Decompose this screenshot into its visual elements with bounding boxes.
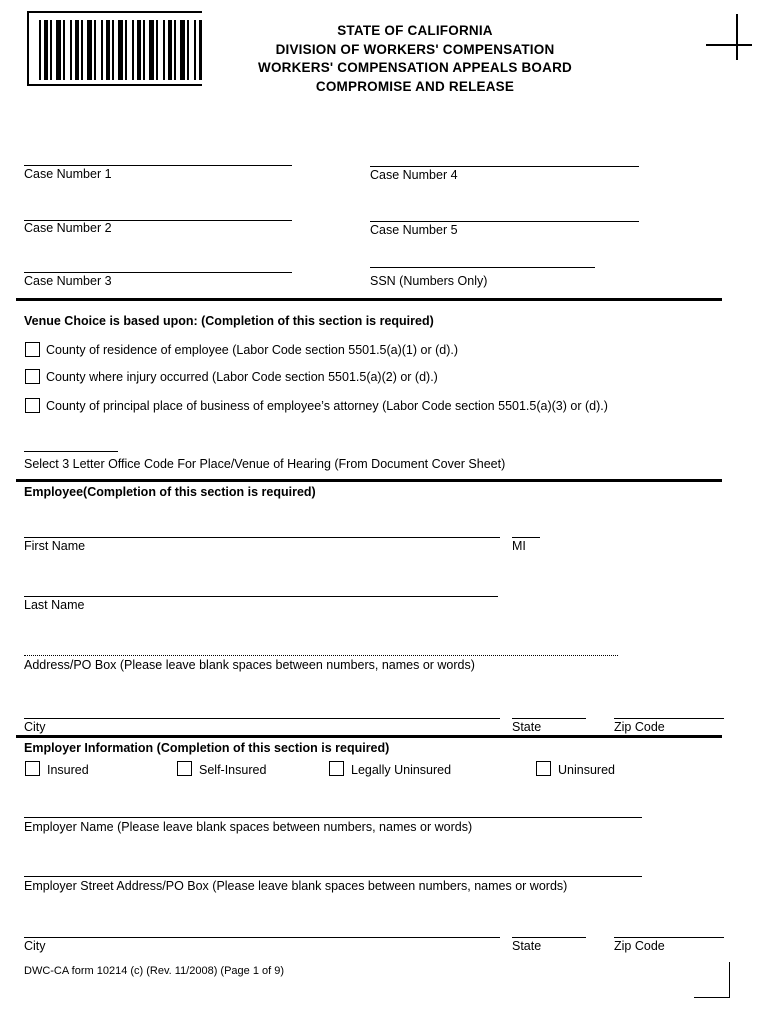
employer-heading: Employer Information (Completion of this… (24, 741, 390, 755)
employer-checkbox-legally-uninsured[interactable] (329, 761, 344, 776)
case-number-5-label: Case Number 5 (370, 223, 458, 237)
first-name-input[interactable] (24, 537, 500, 538)
registration-mark-vertical (736, 14, 738, 60)
venue-option-attorney-label: County of principal place of business of… (46, 399, 608, 413)
title-line-1: STATE OF CALIFORNIA (337, 23, 493, 38)
venue-option-injury-label: County where injury occurred (Labor Code… (46, 370, 438, 384)
title-line-3: WORKERS' COMPENSATION APPEALS BOARD (258, 60, 572, 75)
section-divider-employee (16, 479, 722, 482)
first-name-label: First Name (24, 539, 86, 553)
office-code-label: Select 3 Letter Office Code For Place/Ve… (24, 457, 506, 471)
address-label: Address/PO Box (Please leave blank space… (24, 658, 475, 672)
venue-option-residence-label: County of residence of employee (Labor C… (46, 343, 459, 357)
employee-zip-label: Zip Code (614, 720, 665, 734)
last-name-input[interactable] (24, 596, 498, 597)
venue-heading: Venue Choice is based upon: (Completion … (24, 314, 434, 328)
case-number-4-input[interactable] (370, 166, 639, 167)
employee-city-input[interactable] (24, 718, 500, 719)
page-title: STATE OF CALIFORNIA DIVISION OF WORKERS'… (205, 22, 625, 96)
employer-option-self-insured-label: Self-Insured (199, 763, 267, 777)
employer-option-insured-label: Insured (47, 763, 89, 777)
venue-checkbox-residence[interactable] (25, 342, 40, 357)
case-number-3-input[interactable] (24, 272, 292, 273)
form-footer: DWC-CA form 10214 (c) (Rev. 11/2008) (Pa… (24, 965, 285, 977)
employer-option-legally-uninsured-label: Legally Uninsured (351, 763, 452, 777)
case-number-1-label: Case Number 1 (24, 167, 112, 181)
employer-checkbox-self-insured[interactable] (177, 761, 192, 776)
employer-city-label: City (24, 939, 46, 953)
employer-street-label: Employer Street Address/PO Box (Please l… (24, 879, 568, 893)
mi-label: MI (512, 539, 526, 553)
last-name-label: Last Name (24, 598, 85, 612)
employee-zip-input[interactable] (614, 718, 724, 719)
office-code-input[interactable] (24, 451, 118, 452)
employer-checkbox-insured[interactable] (25, 761, 40, 776)
employer-street-input[interactable] (24, 876, 642, 877)
employer-zip-label: Zip Code (614, 939, 665, 953)
case-number-3-label: Case Number 3 (24, 274, 112, 288)
employee-state-input[interactable] (512, 718, 586, 719)
venue-checkbox-injury[interactable] (25, 369, 40, 384)
employer-option-uninsured-label: Uninsured (558, 763, 615, 777)
case-number-5-input[interactable] (370, 221, 639, 222)
registration-mark-horizontal (706, 44, 752, 46)
employee-state-label: State (512, 720, 542, 734)
case-number-4-label: Case Number 4 (370, 168, 458, 182)
section-divider-venue (16, 298, 722, 301)
case-number-2-label: Case Number 2 (24, 221, 112, 235)
employer-state-label: State (512, 939, 542, 953)
barcode-bars (39, 20, 202, 80)
form-page: STATE OF CALIFORNIA DIVISION OF WORKERS'… (0, 0, 770, 1024)
employee-heading: Employee(Completion of this section is r… (24, 485, 316, 499)
employer-zip-input[interactable] (614, 937, 724, 938)
barcode (27, 11, 202, 86)
section-divider-employer (16, 735, 722, 738)
employer-name-input[interactable] (24, 817, 642, 818)
employer-checkbox-uninsured[interactable] (536, 761, 551, 776)
employer-state-input[interactable] (512, 937, 586, 938)
ssn-input[interactable] (370, 267, 595, 268)
employer-city-input[interactable] (24, 937, 500, 938)
employer-name-label: Employer Name (Please leave blank spaces… (24, 820, 473, 834)
title-line-4: COMPROMISE AND RELEASE (315, 78, 515, 94)
mi-input[interactable] (512, 537, 540, 538)
title-line-2: DIVISION OF WORKERS' COMPENSATION (275, 41, 555, 57)
address-input[interactable] (24, 655, 618, 656)
registration-mark-icon (706, 14, 752, 60)
case-number-1-input[interactable] (24, 165, 292, 166)
employee-city-label: City (24, 720, 46, 734)
venue-checkbox-attorney[interactable] (25, 398, 40, 413)
ssn-label: SSN (Numbers Only) (370, 274, 488, 288)
corner-registration-mark-icon (694, 962, 730, 998)
